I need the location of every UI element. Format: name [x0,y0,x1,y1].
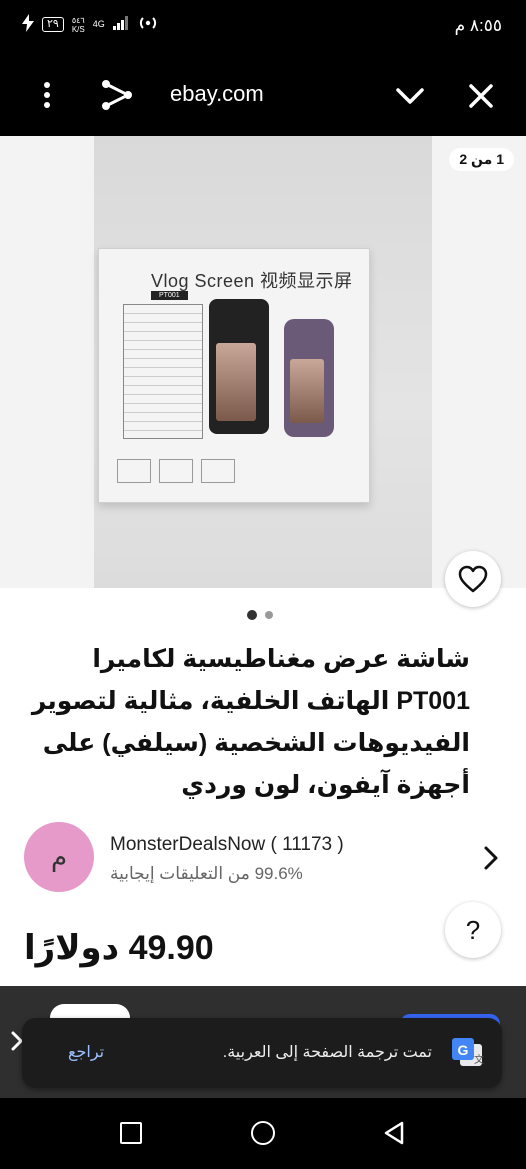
network-speed-unit: K/S [71,24,85,34]
box-title: Vlog Screen 视频显示屏 [151,271,353,291]
network-type: 4G [92,19,105,29]
more-options-button[interactable] [30,78,64,112]
browser-toolbar: ebay.com [0,54,526,136]
collapse-button[interactable] [392,78,428,114]
heart-icon [458,565,488,593]
home-button[interactable] [251,1121,275,1145]
pagination-dot-active[interactable] [247,610,257,620]
color-swatches [117,459,235,483]
chevron-right-icon[interactable] [478,844,502,872]
back-button[interactable] [382,1120,406,1146]
seller-avatar[interactable]: م [24,822,94,892]
gallery-pagination [247,610,273,620]
hotspot-icon [137,15,159,34]
url-text[interactable]: ebay.com [170,81,264,107]
close-icon [469,84,493,108]
help-button[interactable]: ? [445,902,501,958]
status-icons: ٢٩ ٥٤٦ K/S 4G [22,14,159,35]
google-translate-icon: G 文 [450,1036,484,1070]
close-button[interactable] [463,78,499,114]
translation-toast: تراجع تمت ترجمة الصفحة إلى العربية. G 文 [22,1018,502,1088]
network-speed: ٥٤٦ K/S [72,16,85,34]
back-triangle-icon [384,1121,404,1145]
image-gallery[interactable]: Vlog Screen 视频显示屏 PT001 1 من 2 [0,136,526,588]
seller-name[interactable]: MonsterDealsNow ( 11173 ) [110,834,344,856]
phone-black [209,299,269,434]
vlog-screen-pink [216,343,256,421]
share-button[interactable] [98,76,136,114]
listing-title: شاشة عرض مغناطيسية لكاميرا PT001 الهاتف … [31,645,470,799]
pagination-dot[interactable] [265,611,273,619]
price: 49.90 دولارًا [24,929,214,967]
network-speed-value: ٥٤٦ [71,15,85,25]
translation-message: تمت ترجمة الصفحة إلى العربية. [222,1044,432,1061]
undo-translation-button[interactable]: تراجع [68,1042,104,1062]
vlog-screen-small [290,359,324,423]
seller-row[interactable]: م MonsterDealsNow ( 11173 ) 99.6% من الت… [0,820,526,894]
battery-indicator: ٢٩ [42,17,64,32]
system-nav-bar [0,1098,526,1169]
watchlist-button[interactable] [445,551,501,607]
box-spec-label [123,304,203,439]
product-image[interactable]: Vlog Screen 视频显示屏 PT001 [94,136,432,588]
image-counter: 1 من 2 [449,148,514,171]
translate-icon-letter: G [458,1042,469,1058]
phone-purple [284,319,334,437]
signal-bars-icon [112,16,129,33]
svg-text:文: 文 [474,1053,484,1066]
share-icon [102,80,132,110]
more-vertical-icon [44,82,50,108]
recent-apps-button[interactable] [120,1122,142,1144]
charging-icon [22,14,34,35]
box-model: PT001 [151,291,188,300]
chevron-down-icon [396,88,424,104]
seller-feedback: 99.6% من التعليقات إيجابية [110,864,303,883]
product-box: Vlog Screen 视频显示屏 PT001 [98,248,370,503]
clock: ٨:٥٥ م [454,16,502,35]
status-bar: ٢٩ ٥٤٦ K/S 4G ٨:٥٥ م [0,0,526,54]
